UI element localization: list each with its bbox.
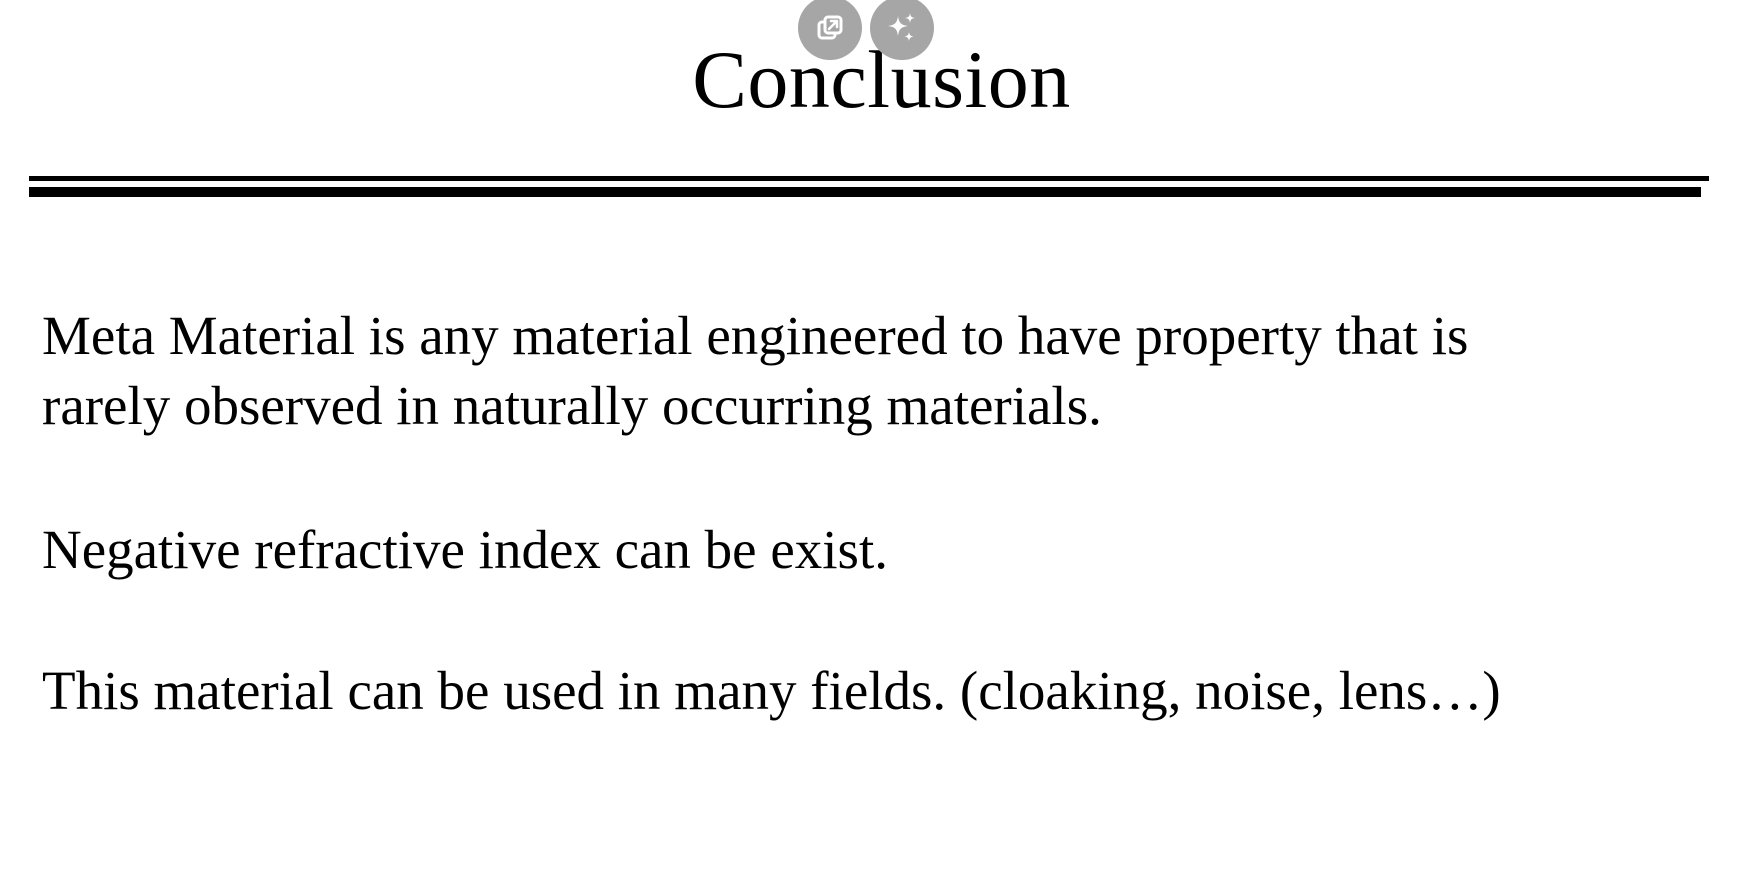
paragraph-line: Negative refractive index can be exist. [42,519,888,580]
open-external-icon [817,15,843,40]
title-divider-thick [29,187,1701,197]
paragraph-negative-index: Negative refractive index can be exist. [42,515,888,585]
sparkle-icon [888,13,915,41]
paragraph-line: This material can be used in many fields… [42,660,1501,721]
paragraph-line: Meta Material is any material engineered… [42,305,1469,366]
slide-title: Conclusion [692,34,1071,125]
paragraph-applications: This material can be used in many fields… [42,656,1501,726]
paragraph-definition: Meta Material is any material engineered… [42,301,1468,441]
paragraph-line: rarely observed in naturally occurring m… [42,375,1102,436]
slide: Conclusion Meta Material is any material… [0,0,1738,872]
title-divider-thin [29,176,1709,181]
